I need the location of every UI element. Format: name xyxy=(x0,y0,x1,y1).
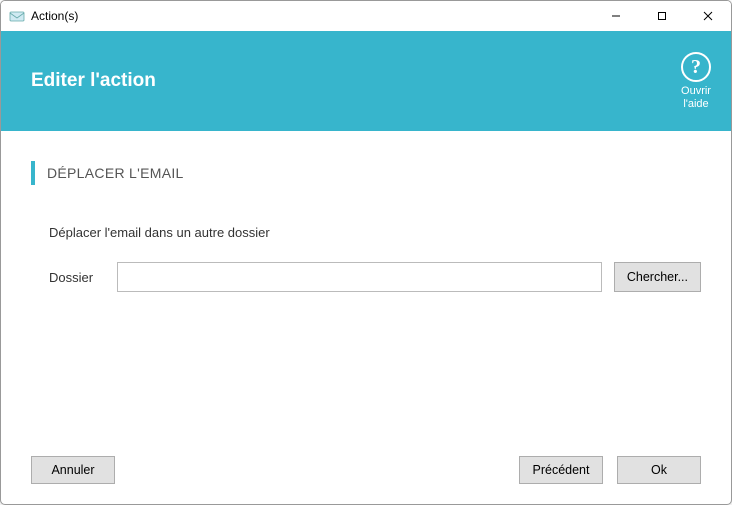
window: Action(s) Editer l'action ? Ouvrir l'aid… xyxy=(0,0,732,505)
folder-input[interactable] xyxy=(117,262,602,292)
close-button[interactable] xyxy=(685,1,731,31)
section-title: DÉPLACER L'EMAIL xyxy=(47,165,184,181)
minimize-button[interactable] xyxy=(593,1,639,31)
maximize-button[interactable] xyxy=(639,1,685,31)
accent-bar xyxy=(31,161,35,185)
help-button[interactable]: ? Ouvrir l'aide xyxy=(681,52,711,109)
window-controls xyxy=(593,1,731,31)
footer: Annuler Précédent Ok xyxy=(1,444,731,504)
help-label-line2: l'aide xyxy=(681,98,711,110)
app-icon xyxy=(9,8,25,24)
window-title: Action(s) xyxy=(31,9,78,23)
folder-label: Dossier xyxy=(49,270,105,285)
previous-button[interactable]: Précédent xyxy=(519,456,603,484)
section-heading: DÉPLACER L'EMAIL xyxy=(31,161,701,185)
help-label-line1: Ouvrir xyxy=(681,85,711,97)
titlebar: Action(s) xyxy=(1,1,731,31)
folder-row: Dossier Chercher... xyxy=(49,262,701,292)
section-description: Déplacer l'email dans un autre dossier xyxy=(49,225,701,240)
ok-button[interactable]: Ok xyxy=(617,456,701,484)
cancel-button[interactable]: Annuler xyxy=(31,456,115,484)
browse-button[interactable]: Chercher... xyxy=(614,262,701,292)
content: DÉPLACER L'EMAIL Déplacer l'email dans u… xyxy=(1,131,731,444)
header: Editer l'action ? Ouvrir l'aide xyxy=(1,31,731,131)
page-title: Editer l'action xyxy=(31,70,156,92)
help-icon: ? xyxy=(681,52,711,82)
